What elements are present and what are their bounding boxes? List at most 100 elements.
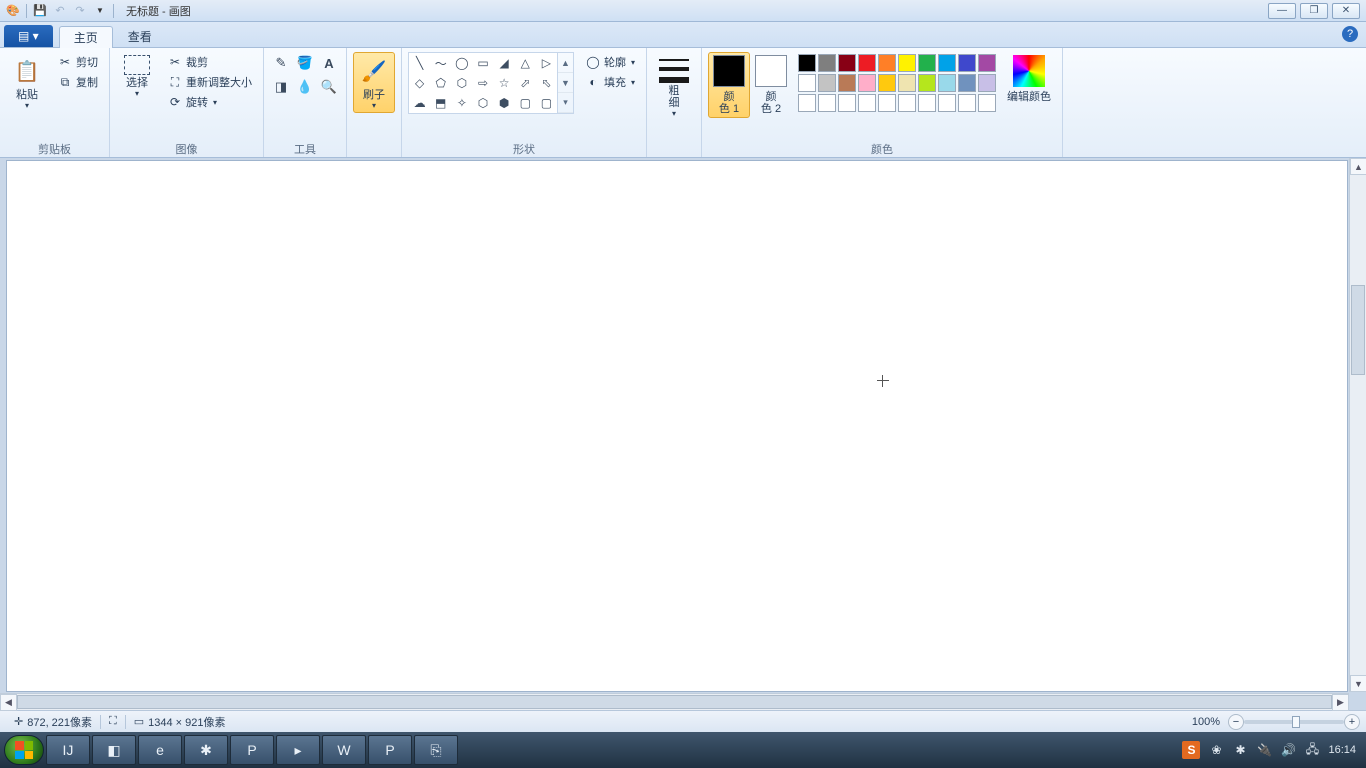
palette-color[interactable]: [978, 54, 996, 72]
sogou-ime-icon[interactable]: S: [1182, 741, 1200, 759]
scroll-down-icon[interactable]: ▼: [1350, 675, 1366, 692]
palette-color[interactable]: [958, 54, 976, 72]
magnifier-tool[interactable]: 🔍: [318, 76, 340, 98]
shape-item[interactable]: ✧: [451, 93, 472, 113]
shape-item[interactable]: ⬢: [494, 93, 515, 113]
color-picker-tool[interactable]: 💧: [294, 76, 316, 98]
palette-color[interactable]: [938, 94, 956, 112]
brushes-button[interactable]: 🖌️ 刷子 ▾: [353, 52, 395, 113]
palette-color[interactable]: [898, 94, 916, 112]
shape-item[interactable]: ▷: [536, 53, 557, 73]
qat-save-icon[interactable]: 💾: [31, 2, 49, 20]
size-button[interactable]: 粗 细 ▾: [653, 52, 695, 121]
taskbar-app-button[interactable]: P: [230, 735, 274, 765]
tray-clock[interactable]: 16:14: [1328, 744, 1356, 756]
tab-home[interactable]: 主页: [59, 26, 113, 48]
taskbar-app-button[interactable]: ◧: [92, 735, 136, 765]
copy-button[interactable]: ⧉复制: [52, 72, 103, 92]
qat-customize-icon[interactable]: ▼: [91, 2, 109, 20]
pencil-tool[interactable]: ✎: [270, 52, 292, 74]
shape-item[interactable]: ◇: [409, 73, 430, 93]
color-palette[interactable]: [798, 54, 996, 112]
shape-outline-button[interactable]: ◯轮廓▾: [580, 52, 640, 72]
shape-item[interactable]: ╲: [409, 53, 430, 73]
shape-item[interactable]: 〜: [430, 53, 451, 73]
tab-view[interactable]: 查看: [113, 25, 167, 47]
select-button[interactable]: 选择 ▾: [116, 52, 158, 101]
shape-item[interactable]: △: [515, 53, 536, 73]
palette-color[interactable]: [898, 74, 916, 92]
tray-icon[interactable]: ❀: [1208, 742, 1224, 758]
text-tool[interactable]: A: [318, 52, 340, 74]
tray-volume-icon[interactable]: 🔊: [1280, 742, 1296, 758]
eraser-tool[interactable]: ◨: [270, 76, 292, 98]
shape-fill-button[interactable]: ◐填充▾: [580, 72, 640, 92]
palette-color[interactable]: [938, 74, 956, 92]
palette-color[interactable]: [818, 94, 836, 112]
taskbar-app-button[interactable]: ⎘: [414, 735, 458, 765]
scroll-up-icon[interactable]: ▲: [1350, 158, 1366, 175]
shape-item[interactable]: ⬒: [430, 93, 451, 113]
palette-color[interactable]: [918, 54, 936, 72]
palette-color[interactable]: [878, 54, 896, 72]
palette-color[interactable]: [798, 94, 816, 112]
taskbar-app-button[interactable]: e: [138, 735, 182, 765]
horizontal-scrollbar[interactable]: ◀ ▶: [0, 693, 1349, 710]
minimize-button[interactable]: —: [1268, 3, 1296, 19]
zoom-out-button[interactable]: −: [1228, 714, 1244, 730]
palette-color[interactable]: [838, 54, 856, 72]
palette-color[interactable]: [858, 54, 876, 72]
shape-item[interactable]: ▭: [472, 53, 493, 73]
palette-color[interactable]: [838, 74, 856, 92]
qat-redo-icon[interactable]: ↷: [71, 2, 89, 20]
palette-color[interactable]: [798, 54, 816, 72]
rotate-button[interactable]: ⟳旋转▾: [162, 92, 257, 112]
scroll-right-icon[interactable]: ▶: [1332, 694, 1349, 711]
paint-app-icon[interactable]: 🎨: [4, 2, 22, 20]
shapes-gallery-scroll[interactable]: ▲▼▾: [558, 52, 574, 114]
shapes-gallery[interactable]: ╲〜◯▭◢△▷◇⬠⬡⇨☆⬀⬁☁⬒✧⬡⬢▢▢: [408, 52, 558, 114]
shape-item[interactable]: ⬠: [430, 73, 451, 93]
shape-item[interactable]: ▢: [536, 93, 557, 113]
file-menu-button[interactable]: ▤ ▾: [4, 25, 53, 47]
shape-item[interactable]: ⬡: [451, 73, 472, 93]
palette-color[interactable]: [838, 94, 856, 112]
maximize-button[interactable]: ❐: [1300, 3, 1328, 19]
palette-color[interactable]: [818, 54, 836, 72]
zoom-slider[interactable]: [1244, 720, 1344, 724]
palette-color[interactable]: [978, 74, 996, 92]
color2-button[interactable]: 颜 色 2: [750, 52, 792, 118]
taskbar-app-button[interactable]: W: [322, 735, 366, 765]
zoom-slider-thumb[interactable]: [1292, 716, 1300, 728]
taskbar-app-button[interactable]: P: [368, 735, 412, 765]
palette-color[interactable]: [858, 74, 876, 92]
scroll-left-icon[interactable]: ◀: [0, 694, 17, 711]
zoom-in-button[interactable]: +: [1344, 714, 1360, 730]
color1-button[interactable]: 颜 色 1: [708, 52, 750, 118]
palette-color[interactable]: [878, 74, 896, 92]
shape-item[interactable]: ◯: [451, 53, 472, 73]
shape-item[interactable]: ⬁: [536, 73, 557, 93]
qat-undo-icon[interactable]: ↶: [51, 2, 69, 20]
vertical-scrollbar[interactable]: ▲ ▼: [1349, 158, 1366, 692]
palette-color[interactable]: [958, 74, 976, 92]
tray-network-icon[interactable]: 🖧: [1304, 742, 1320, 758]
fill-tool[interactable]: 🪣: [294, 52, 316, 74]
taskbar-app-button[interactable]: ▸: [276, 735, 320, 765]
shape-item[interactable]: ▢: [515, 93, 536, 113]
paste-button[interactable]: 📋 粘贴 ▾: [6, 52, 48, 113]
palette-color[interactable]: [898, 54, 916, 72]
drawing-canvas[interactable]: [6, 160, 1348, 692]
taskbar-app-button[interactable]: IJ: [46, 735, 90, 765]
tray-power-icon[interactable]: 🔌: [1256, 742, 1272, 758]
palette-color[interactable]: [978, 94, 996, 112]
shape-item[interactable]: ⬡: [472, 93, 493, 113]
resize-button[interactable]: ⛶重新调整大小: [162, 72, 257, 92]
palette-color[interactable]: [918, 74, 936, 92]
tray-icon[interactable]: ✱: [1232, 742, 1248, 758]
help-button[interactable]: ?: [1342, 26, 1358, 42]
palette-color[interactable]: [818, 74, 836, 92]
shape-item[interactable]: ⬀: [515, 73, 536, 93]
cut-button[interactable]: ✂剪切: [52, 52, 103, 72]
close-button[interactable]: ✕: [1332, 3, 1360, 19]
